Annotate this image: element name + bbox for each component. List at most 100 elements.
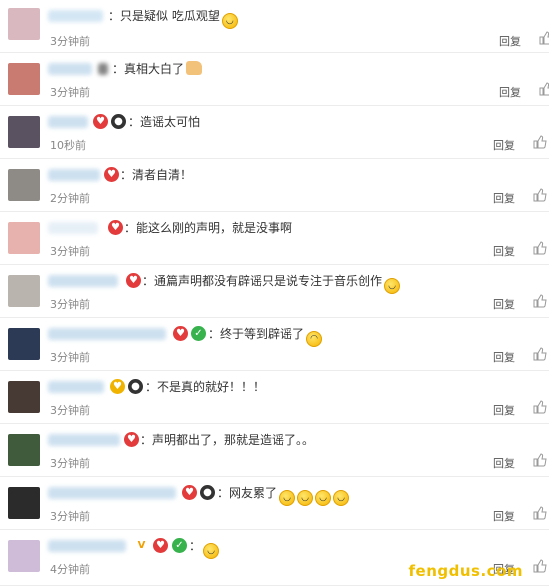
smile-emoji-icon: ◡	[203, 543, 220, 559]
panda-badge-icon: ●	[128, 379, 143, 394]
comment-text: ：网友累了 ◡ ◡ ◡ ◡	[217, 483, 350, 506]
verified-badge-icon: ✓	[191, 326, 206, 341]
timestamp: 3分钟前	[50, 351, 90, 364]
timestamp: 3分钟前	[50, 35, 90, 48]
comment-item: ♥ ：声明都出了，那就是造谣了。。 3分钟前 回复	[0, 424, 549, 477]
comment-list: ：只是疑似 吃瓜观望 ◡ 3分钟前 回复 ：真相大白了 3分钟前 回复 ♥ ● ：…	[0, 0, 549, 586]
like-thumb-icon[interactable]	[533, 559, 547, 573]
like-thumb-icon[interactable]	[533, 188, 547, 202]
username-blurred[interactable]	[48, 434, 120, 446]
avatar[interactable]	[8, 116, 40, 148]
like-thumb-icon[interactable]	[533, 135, 547, 149]
vip-badge-icon: ♥	[108, 220, 123, 235]
reply-button[interactable]: 回复	[493, 137, 515, 153]
comment-item: ♥ ● ：网友累了 ◡ ◡ ◡ ◡ 3分钟前 回复	[0, 477, 549, 530]
like-thumb-icon[interactable]	[533, 506, 547, 520]
comment-text: ：声明都出了，那就是造谣了。。	[140, 433, 315, 447]
comment-text: ：清者自清！	[120, 168, 193, 182]
vip-badge-icon: ♥	[110, 379, 125, 394]
username-blurred[interactable]	[48, 116, 88, 128]
avatar[interactable]	[8, 328, 40, 360]
avatar[interactable]	[8, 169, 40, 201]
avatar[interactable]	[8, 222, 40, 254]
comment-text: ：造谣太可怕	[128, 115, 201, 129]
smile-emoji-icon: ◡	[279, 490, 296, 506]
username-blurred[interactable]	[48, 275, 118, 287]
smile-emoji-icon: ◡	[297, 490, 314, 506]
smile-emoji-icon: ◡	[221, 13, 238, 29]
timestamp: 3分钟前	[50, 404, 90, 417]
username-blurred	[98, 63, 108, 75]
like-thumb-icon[interactable]	[533, 347, 547, 361]
reply-button[interactable]: 回复	[493, 402, 515, 418]
like-thumb-icon[interactable]	[533, 294, 547, 308]
panda-badge-icon: ●	[200, 485, 215, 500]
avatar[interactable]	[8, 63, 40, 95]
comment-item: ♥ ● ：不是真的就好！！！ 3分钟前 回复	[0, 371, 549, 424]
timestamp: 4分钟前	[50, 563, 90, 576]
reply-button[interactable]: 回复	[493, 508, 515, 524]
like-thumb-icon[interactable]	[539, 31, 549, 45]
avatar[interactable]	[8, 487, 40, 519]
username-blurred[interactable]	[48, 381, 104, 393]
avatar[interactable]	[8, 381, 40, 413]
like-thumb-icon[interactable]	[539, 82, 549, 96]
username-blurred[interactable]	[48, 328, 166, 340]
username-blurred[interactable]	[48, 63, 92, 75]
smile-emoji-icon: ◡	[333, 490, 350, 506]
vip-badge-icon: ♥	[104, 167, 119, 182]
username-blurred[interactable]	[48, 540, 126, 552]
timestamp: 3分钟前	[50, 510, 90, 523]
vip-badge-icon: ♥	[153, 538, 168, 553]
timestamp: 3分钟前	[50, 86, 90, 99]
reply-button[interactable]: 回复	[493, 455, 515, 471]
thumbs-up-emoji-icon	[186, 61, 203, 75]
vip-badge-icon: ♥	[182, 485, 197, 500]
smile-emoji-icon: ◡	[315, 490, 332, 506]
username-blurred[interactable]	[48, 222, 98, 234]
timestamp: 3分钟前	[50, 298, 90, 311]
reply-button[interactable]: 回复	[499, 33, 521, 49]
sweat-emoji-icon: ◡	[384, 278, 401, 294]
vip-badge-icon: ♥	[93, 114, 108, 129]
reply-button[interactable]: 回复	[493, 349, 515, 365]
comment-text: ：只是疑似 吃瓜观望 ◡	[108, 6, 238, 29]
username-blurred[interactable]	[48, 10, 103, 22]
comment-text: ：能这么刚的声明，就是没事啊	[124, 221, 293, 235]
like-thumb-icon[interactable]	[533, 400, 547, 414]
comment-item: ♥ ✓ ：终于等到辟谣了 ◠ 3分钟前 回复	[0, 318, 549, 371]
verified-badge-icon: ✓	[172, 538, 187, 553]
crying-emoji-icon: ◠	[306, 331, 323, 347]
reply-button[interactable]: 回复	[493, 190, 515, 206]
vip-badge-icon: ♥	[126, 273, 141, 288]
avatar[interactable]	[8, 434, 40, 466]
like-thumb-icon[interactable]	[533, 453, 547, 467]
comment-text: ：不是真的就好！！！	[145, 380, 266, 394]
timestamp: 10秒前	[50, 139, 86, 152]
username-blurred[interactable]	[48, 487, 176, 499]
vip-v-badge-icon: V	[137, 540, 146, 551]
comment-item: ：真相大白了 3分钟前 回复	[0, 53, 549, 106]
timestamp: 2分钟前	[50, 192, 90, 205]
avatar[interactable]	[8, 275, 40, 307]
vip-badge-icon: ♥	[124, 432, 139, 447]
comment-text: ：通篇声明都没有辟谣只是说专注于音乐创作 ◡	[142, 271, 401, 294]
avatar[interactable]	[8, 540, 40, 572]
vip-badge-icon: ♥	[173, 326, 188, 341]
comment-item: ♥ ● ：造谣太可怕 10秒前 回复	[0, 106, 549, 159]
reply-button[interactable]: 回复	[493, 243, 515, 259]
comment-item: ♥ ：能这么刚的声明，就是没事啊 3分钟前 回复	[0, 212, 549, 265]
timestamp: 3分钟前	[50, 245, 90, 258]
site-watermark: fengdus.com	[408, 562, 523, 580]
comment-text: ： ◡	[189, 536, 220, 559]
reply-button[interactable]: 回复	[499, 84, 521, 100]
like-thumb-icon[interactable]	[533, 241, 547, 255]
comment-item: ：只是疑似 吃瓜观望 ◡ 3分钟前 回复	[0, 0, 549, 53]
avatar[interactable]	[8, 8, 40, 40]
username-blurred[interactable]	[48, 169, 100, 181]
comment-text: ：真相大白了	[112, 59, 203, 79]
reply-button[interactable]: 回复	[493, 296, 515, 312]
timestamp: 3分钟前	[50, 457, 90, 470]
comment-item: ♥ ：清者自清！ 2分钟前 回复	[0, 159, 549, 212]
panda-badge-icon: ●	[111, 114, 126, 129]
